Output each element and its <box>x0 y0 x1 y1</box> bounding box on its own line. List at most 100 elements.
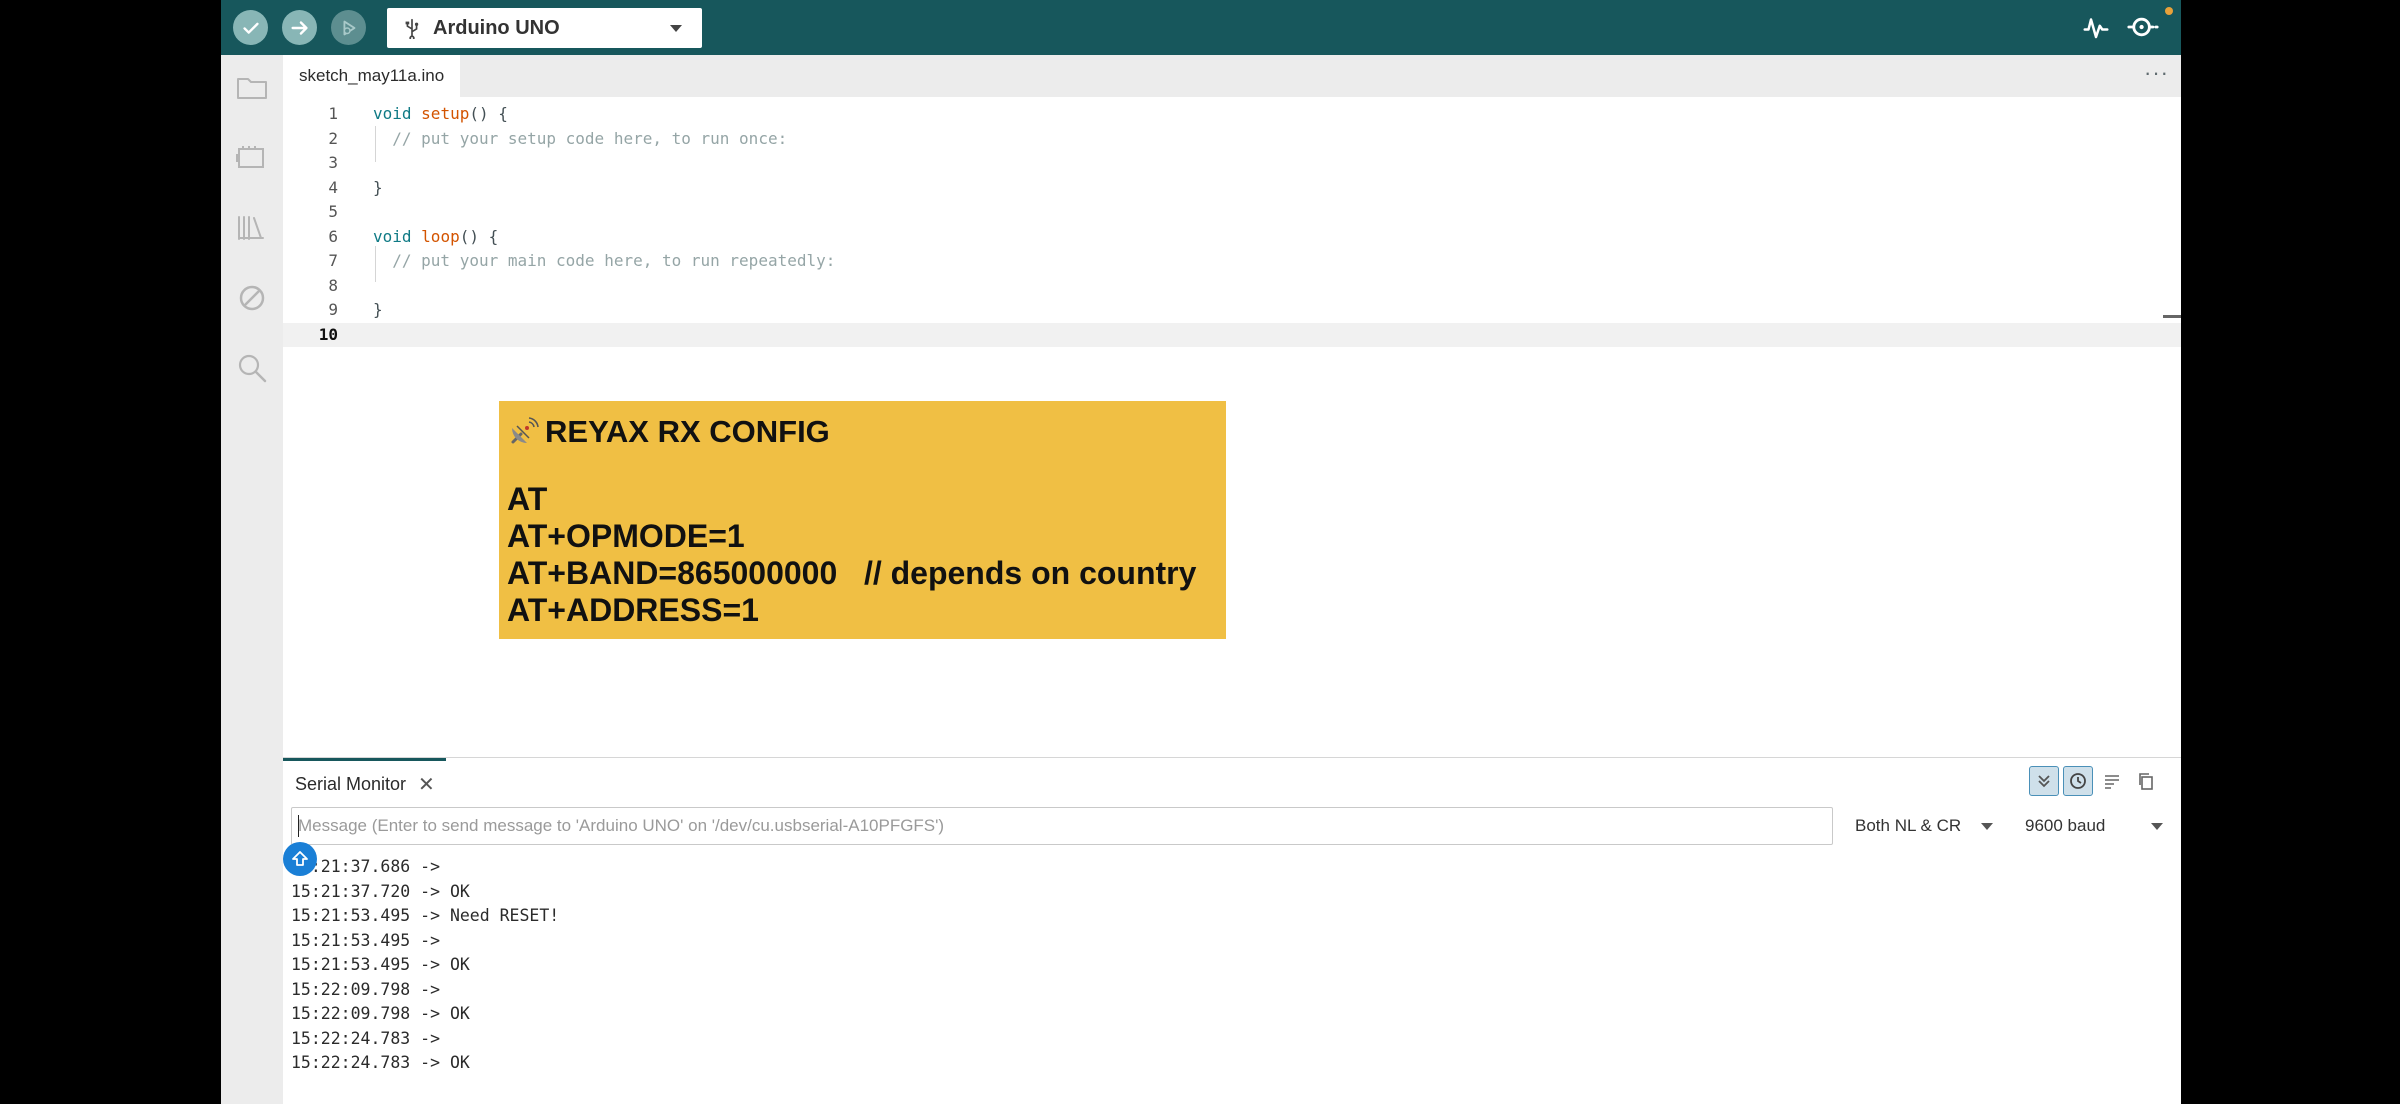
function-name: setup <box>421 104 470 123</box>
arrow-right-icon <box>290 20 308 35</box>
board-name: Arduino UNO <box>433 16 560 39</box>
comment: // put your setup code here, to run once… <box>392 128 788 148</box>
serial-log-line: 15:22:24.783 -> OK <box>291 1053 470 1072</box>
keyword: void <box>373 226 412 246</box>
upload-button[interactable] <box>282 10 317 45</box>
at-command-line: AT+BAND=865000000 // depends on country <box>507 555 1197 591</box>
sketchbook-button[interactable] <box>233 69 271 107</box>
editor-tab-bar: sketch_may11a.ino ··· <box>283 55 2181 97</box>
overlay-title: REYAX RX CONFIG <box>507 413 1226 451</box>
debug-button[interactable] <box>331 10 366 45</box>
serial-log-line: 15:21:53.495 -> <box>291 930 441 950</box>
code-text: // put your main code here, to run repea… <box>373 249 835 273</box>
baud-rate-value: 9600 baud <box>2025 816 2106 835</box>
serial-message-input[interactable] <box>291 807 1833 845</box>
code-line[interactable]: 6 void loop() { <box>283 225 2181 249</box>
close-icon[interactable]: ✕ <box>418 772 435 797</box>
line-ending-select[interactable]: Both NL & CR <box>1843 807 2003 845</box>
timestamp-button[interactable] <box>2063 766 2093 796</box>
clear-output-icon <box>2105 775 2119 789</box>
satellite-antenna-icon <box>511 417 539 444</box>
line-number: 1 <box>328 104 338 123</box>
overlay-commands: AT AT+OPMODE=1 AT+BAND=865000000 // depend… <box>507 481 1226 629</box>
chevron-down-icon <box>2151 823 2163 830</box>
line-number: 9 <box>328 300 338 319</box>
line-number: 8 <box>328 275 338 295</box>
copy-output-button[interactable] <box>2131 766 2161 796</box>
code-line[interactable]: 1 void setup() { <box>283 102 2181 126</box>
autoscroll-button[interactable] <box>2029 766 2059 796</box>
code-text: // put your setup code here, to run once… <box>373 127 787 151</box>
tab-serial-monitor[interactable]: Serial Monitor ✕ <box>283 758 446 808</box>
code-line[interactable]: 9} <box>283 298 2181 322</box>
config-overlay: REYAX RX CONFIG AT AT+OPMODE=1 AT+BAND=865… <box>499 401 1226 639</box>
notification-dot <box>2165 7 2173 15</box>
library-manager-button[interactable] <box>233 209 271 247</box>
code-line[interactable]: 10 <box>283 322 2181 347</box>
serial-monitor-icon[interactable] <box>2126 10 2160 44</box>
code-token: } <box>373 177 383 197</box>
home-arrow-icon <box>292 851 308 866</box>
autoscroll-icon <box>2038 775 2050 788</box>
at-command-line: AT <box>507 481 548 517</box>
overlay-title-text: REYAX RX CONFIG <box>545 414 830 449</box>
code-text: void loop() { <box>373 225 498 249</box>
line-number: 6 <box>328 226 338 246</box>
editor-scrollbar[interactable] <box>2163 315 2181 318</box>
code-token: () { <box>459 226 499 246</box>
serial-log-line: 15:21:53.495 -> OK <box>291 955 470 974</box>
indent-guide <box>375 246 376 282</box>
folder-icon <box>237 78 267 99</box>
boards-manager-button[interactable] <box>233 139 271 177</box>
at-command-line: AT+OPMODE=1 <box>507 518 745 554</box>
text-cursor <box>298 815 299 837</box>
debug-sidebar-button[interactable] <box>233 279 271 317</box>
code-text: void setup() { <box>373 102 508 126</box>
comment: // put your main code here, to run repea… <box>392 251 836 270</box>
board-selector[interactable]: Arduino UNO <box>387 8 702 48</box>
serial-log-line: 15:21:53.495 -> Need RESET! <box>291 906 560 925</box>
search-button[interactable] <box>233 349 271 387</box>
code-token: } <box>373 300 383 319</box>
serial-toolbar <box>2029 766 2161 796</box>
indent-guide <box>375 126 376 162</box>
copy-icon <box>2139 773 2153 790</box>
code-line[interactable]: 3 <box>283 151 2181 175</box>
code-line[interactable]: 5 <box>283 200 2181 224</box>
check-icon <box>242 22 259 34</box>
boards-manager-icon <box>236 146 264 168</box>
line-number: 10 <box>318 324 338 344</box>
code-line[interactable]: 2 // put your setup code here, to run on… <box>283 127 2181 151</box>
line-number: 4 <box>328 177 338 197</box>
serial-log-line: 15:22:24.783 -> <box>291 1028 441 1048</box>
arduino-ide-window: Arduino UNO sketch_may11a.ino ··· 1 void … <box>221 0 2181 1104</box>
code-text: } <box>373 298 383 322</box>
search-icon <box>238 354 267 383</box>
code-text: } <box>373 176 383 200</box>
line-number: 7 <box>328 251 338 270</box>
chevron-down-icon <box>670 25 682 32</box>
code-line[interactable]: 8 <box>283 274 2181 298</box>
line-number: 5 <box>328 202 338 221</box>
serial-plotter-icon[interactable] <box>2081 12 2111 42</box>
clear-output-button[interactable] <box>2097 766 2127 796</box>
timestamp-icon <box>2070 773 2086 789</box>
function-name: loop <box>421 226 460 246</box>
verify-button[interactable] <box>233 10 268 45</box>
tab-sketch-file[interactable]: sketch_may11a.ino <box>283 55 461 97</box>
serial-log-line: 15:21:37.720 -> OK <box>291 881 470 901</box>
serial-log-line: 15:22:09.798 -> OK <box>291 1004 470 1023</box>
code-line[interactable]: 4} <box>283 176 2181 200</box>
baud-rate-select[interactable]: 9600 baud <box>2013 807 2173 845</box>
debug-icon <box>343 20 355 35</box>
code-token: () { <box>469 104 508 123</box>
line-number: 2 <box>328 128 338 148</box>
line-number: 3 <box>328 153 338 172</box>
scroll-lock-badge[interactable] <box>283 842 317 876</box>
code-line[interactable]: 7 // put your main code here, to run rep… <box>283 249 2181 273</box>
serial-output[interactable]: 15:21:37.686 -> 15:21:37.720 -> OK 15:21:5… <box>291 855 559 1076</box>
debug-disabled-icon <box>239 285 265 311</box>
more-options-icon[interactable]: ··· <box>2144 60 2169 86</box>
